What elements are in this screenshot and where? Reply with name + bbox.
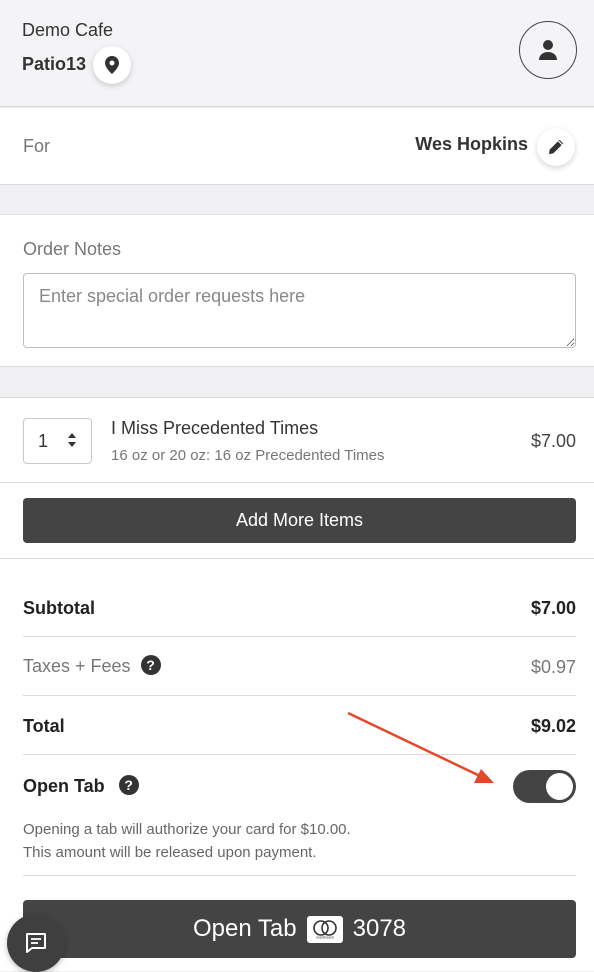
open-tab-note-line-1: Opening a tab will authorize your card f… — [23, 821, 351, 838]
mastercard-icon: mastercard — [306, 915, 343, 943]
divider — [23, 875, 576, 876]
open-tab-row: Open Tab? — [23, 775, 139, 797]
divider — [23, 636, 576, 637]
quantity-value: 1 — [38, 430, 49, 451]
open-tab-note-line-2: This amount will be released upon paymen… — [23, 844, 317, 861]
for-label: For — [23, 136, 50, 156]
divider — [23, 695, 576, 696]
taxes-row: Taxes + Fees? — [23, 655, 161, 677]
guest-card: For Wes Hopkins — [0, 108, 594, 185]
cafe-name: Demo Cafe — [22, 20, 114, 40]
card-brand-text: mastercard — [316, 936, 334, 940]
order-notes-card: Order Notes — [0, 214, 594, 367]
guest-name: Wes Hopkins — [415, 134, 528, 154]
open-tab-label: Open Tab — [23, 776, 105, 796]
toggle-knob — [546, 773, 573, 800]
total-value: $9.02 — [530, 716, 576, 736]
chat-icon — [26, 933, 46, 953]
total-label: Total — [23, 716, 65, 736]
open-tab-button[interactable]: Open Tab mastercard 3078 — [23, 900, 576, 958]
location-button[interactable] — [93, 46, 131, 84]
help-icon[interactable]: ? — [140, 655, 161, 676]
pencil-icon — [549, 139, 564, 155]
map-pin-icon — [105, 56, 119, 74]
open-tab-note: Opening a tab will authorize your card f… — [23, 818, 351, 864]
item-price: $7.00 — [530, 431, 576, 451]
item-name: I Miss Precedented Times — [111, 418, 319, 438]
divider — [0, 482, 594, 483]
subtotal-value: $7.00 — [530, 598, 576, 618]
card-last4: 3078 — [352, 915, 407, 942]
user-icon — [539, 40, 557, 60]
order-summary-card: 1 I Miss Precedented Times 16 oz or 20 o… — [0, 397, 594, 971]
divider — [0, 558, 594, 559]
quantity-select[interactable]: 1 — [23, 418, 92, 464]
taxes-label: Taxes + Fees — [23, 656, 131, 676]
header: Demo Cafe Patio13 — [0, 0, 594, 107]
help-icon[interactable]: ? — [118, 775, 139, 796]
order-notes-label: Order Notes — [23, 239, 122, 259]
annotation-arrow — [347, 711, 494, 783]
taxes-value: $0.97 — [530, 657, 576, 677]
open-tab-toggle[interactable] — [513, 770, 576, 803]
item-modifier: 16 oz or 20 oz: 16 oz Precedented Times — [111, 447, 385, 464]
table-name: Patio13 — [22, 54, 87, 74]
sort-arrows-icon — [68, 433, 76, 447]
subtotal-label: Subtotal — [23, 598, 95, 618]
edit-guest-button[interactable] — [537, 128, 575, 166]
add-more-items-button[interactable]: Add More Items — [23, 498, 576, 543]
profile-button[interactable] — [519, 21, 577, 79]
chat-button[interactable] — [7, 914, 65, 972]
order-notes-input[interactable] — [23, 273, 576, 348]
open-tab-button-label: Open Tab — [192, 915, 297, 942]
